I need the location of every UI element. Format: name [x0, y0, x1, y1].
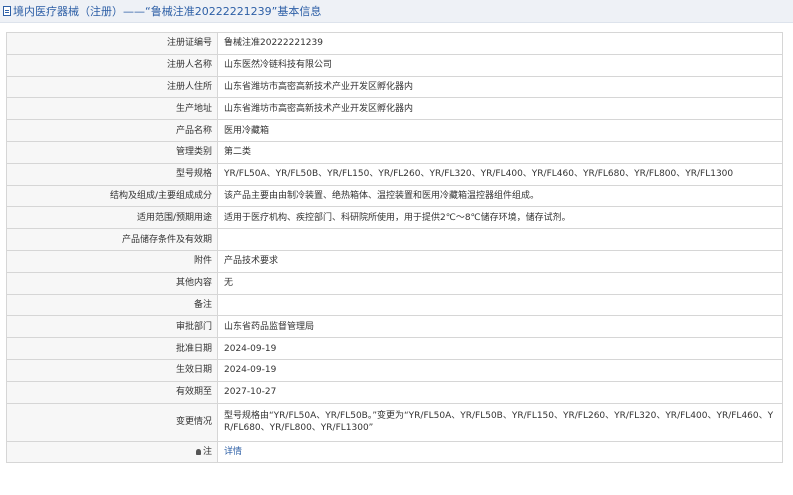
- table-row: 适用范围/预期用途 适用于医疗机构、疾控部门、科研院所使用，用于提供2℃～8℃储…: [6, 206, 783, 230]
- table-row: 有效期至 2027-10-27: [6, 380, 783, 404]
- row-value: 产品技术要求: [217, 249, 783, 273]
- row-value: 山东医然冷链科技有限公司: [217, 53, 783, 77]
- table-row: 结构及组成/主要组成成分 该产品主要由由制冷装置、绝热箱体、温控装置和医用冷藏箱…: [6, 184, 783, 208]
- document-icon: [3, 6, 11, 16]
- row-label: 生产地址: [6, 97, 218, 121]
- row-value: 该产品主要由由制冷装置、绝热箱体、温控装置和医用冷藏箱温控器组件组成。: [217, 184, 783, 208]
- row-value: 2027-10-27: [217, 380, 783, 404]
- row-label: 有效期至: [6, 380, 218, 404]
- row-value: YR/FL50A、YR/FL50B、YR/FL150、YR/FL260、YR/F…: [217, 162, 783, 186]
- table-row: 管理类别 第二类: [6, 140, 783, 164]
- row-label: 变更情况: [6, 402, 218, 442]
- row-label: 附件: [6, 249, 218, 273]
- row-value: 详情: [217, 440, 783, 464]
- row-label: 批准日期: [6, 337, 218, 360]
- table-row: 产品储存条件及有效期: [6, 228, 783, 251]
- row-label: 其他内容: [6, 271, 218, 295]
- table-row: 生产地址 山东省潍坊市高密高新技术产业开发区孵化器内: [6, 97, 783, 121]
- row-value: 山东省潍坊市高密高新技术产业开发区孵化器内: [217, 97, 783, 121]
- table-row: 备注: [6, 293, 783, 317]
- details-link[interactable]: 详情: [224, 447, 242, 457]
- row-label: 注: [6, 440, 218, 464]
- note-icon: [195, 448, 201, 455]
- row-label: 结构及组成/主要组成成分: [6, 184, 218, 208]
- row-label: 注册人住所: [6, 75, 218, 99]
- row-label: 适用范围/预期用途: [6, 206, 218, 230]
- row-label: 注册证编号: [6, 32, 218, 55]
- row-label: 产品储存条件及有效期: [6, 228, 218, 251]
- row-label: 产品名称: [6, 119, 218, 142]
- row-value: 鲁械注准20222221239: [217, 32, 783, 55]
- table-row: 注册人住所 山东省潍坊市高密高新技术产业开发区孵化器内: [6, 75, 783, 99]
- row-value: 山东省药品监督管理局: [217, 315, 783, 339]
- table-row: 审批部门 山东省药品监督管理局: [6, 315, 783, 339]
- row-label: 型号规格: [6, 162, 218, 186]
- table-row: 注 详情: [6, 440, 783, 464]
- page-header: 境内医疗器械（注册）——“鲁械注准20222221239”基本信息: [0, 0, 793, 23]
- row-label: 备注: [6, 293, 218, 317]
- row-label: 管理类别: [6, 140, 218, 164]
- row-label: 注册人名称: [6, 53, 218, 77]
- row-value: 型号规格由“YR/FL50A、YR/FL50B。”变更为“YR/FL50A、YR…: [217, 402, 783, 442]
- table-row: 注册人名称 山东医然冷链科技有限公司: [6, 53, 783, 77]
- row-value: 医用冷藏箱: [217, 119, 783, 142]
- row-value: 第二类: [217, 140, 783, 164]
- table-row: 产品名称 医用冷藏箱: [6, 119, 783, 142]
- table-row: 注册证编号 鲁械注准20222221239: [6, 32, 783, 55]
- page-title: 境内医疗器械（注册）——“鲁械注准20222221239”基本信息: [13, 5, 322, 18]
- row-value: 2024-09-19: [217, 337, 783, 360]
- row-value: [217, 293, 783, 317]
- table-row: 其他内容 无: [6, 271, 783, 295]
- row-value: [217, 228, 783, 251]
- table-row: 批准日期 2024-09-19: [6, 337, 783, 360]
- table-row: 变更情况 型号规格由“YR/FL50A、YR/FL50B。”变更为“YR/FL5…: [6, 402, 783, 442]
- table-row: 生效日期 2024-09-19: [6, 358, 783, 382]
- row-value: 山东省潍坊市高密高新技术产业开发区孵化器内: [217, 75, 783, 99]
- info-table: 注册证编号 鲁械注准20222221239 注册人名称 山东医然冷链科技有限公司…: [6, 32, 783, 464]
- row-label: 审批部门: [6, 315, 218, 339]
- change-history-text: 型号规格由“YR/FL50A、YR/FL50B。”变更为“YR/FL50A、YR…: [224, 411, 774, 434]
- table-row: 型号规格 YR/FL50A、YR/FL50B、YR/FL150、YR/FL260…: [6, 162, 783, 186]
- row-value: 2024-09-19: [217, 358, 783, 382]
- table-row: 附件 产品技术要求: [6, 249, 783, 273]
- row-value: 适用于医疗机构、疾控部门、科研院所使用，用于提供2℃～8℃储存环境，储存试剂。: [217, 206, 783, 230]
- row-value: 无: [217, 271, 783, 295]
- note-label: 注: [202, 446, 212, 457]
- row-label: 生效日期: [6, 358, 218, 382]
